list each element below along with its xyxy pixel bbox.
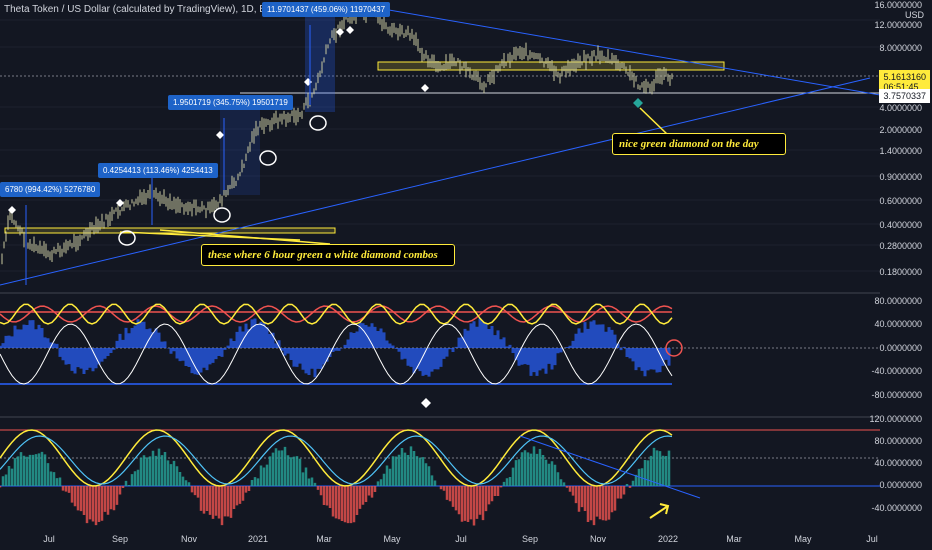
symbol-title: Theta Token / US Dollar (calculated by T… [4,4,304,15]
time-tick: Nov [589,534,607,544]
time-tick: Jul [455,534,467,544]
measure-bubble-2[interactable]: 1.9501719 (345.75%) 19501719 [168,95,293,110]
time-tick: Sep [521,534,539,544]
price-axis[interactable]: USD 16.0000000 12.0000000 8.0000000 4.00… [869,0,932,530]
osc1-tick: 80.0000000 [874,296,922,306]
white-diamond-icon [421,398,431,408]
hand-drawn-circle [309,115,327,131]
time-axis[interactable]: Jul Sep Nov 2021 Mar May Jul Sep Nov 202… [0,530,932,550]
oscillator-pane-2[interactable] [0,418,932,530]
oscillator-pane-1[interactable] [0,294,932,416]
time-tick: Nov [180,534,198,544]
osc2-tick: -40.0000000 [871,503,922,513]
price-tick: 4.0000000 [879,103,922,113]
price-tick: 16.0000000 [874,0,922,10]
white-diamond-icon [8,206,16,214]
annotation-arrow [639,107,669,136]
trendline-resistance [359,4,881,96]
time-tick: Sep [111,534,129,544]
time-tick: 2022 [657,534,679,544]
price-tick: 0.6000000 [879,196,922,206]
osc2-tick: 120.0000000 [869,414,922,424]
price-tick: 0.4000000 [879,220,922,230]
oscillator-2-svg[interactable] [0,418,932,530]
osc2-tick: 0.0000000 [879,480,922,490]
time-tick: Mar [726,534,742,544]
oscillator-red-line [0,305,673,323]
osc1-tick: -40.0000000 [871,366,922,376]
hand-drawn-circle [213,207,231,223]
time-tick: Mar [316,534,332,544]
osc1-tick: 0.0000000 [879,343,922,353]
momentum-histogram-positive [1,446,671,486]
annotation-arrow [649,503,670,519]
currency-label: USD [904,10,924,20]
white-diamond-icon [336,28,344,36]
price-tick: 8.0000000 [879,43,922,53]
current-price: 5.1613160 [883,72,926,82]
time-tick: Jul [43,534,55,544]
chart-root[interactable]: Theta Token / US Dollar (calculated by T… [0,0,932,550]
price-pane[interactable]: Theta Token / US Dollar (calculated by T… [0,0,932,292]
price-tick: 0.2800000 [879,241,922,251]
osc2-tick: 40.0000000 [874,458,922,468]
momentum-histogram-negative [0,486,632,526]
oscillator-1-svg[interactable] [0,294,932,416]
note-green-diamond[interactable]: nice green diamond on the day [612,133,786,155]
osc1-tick: -80.0000000 [871,390,922,400]
white-diamond-icon [346,26,354,34]
support-price-tag: 3.7570337 [879,89,930,103]
price-tick: 2.0000000 [879,125,922,135]
white-diamond-icon [421,84,429,92]
price-tick: 0.9000000 [879,172,922,182]
price-tick: 1.4000000 [879,146,922,156]
time-tick: 2021 [247,534,269,544]
time-tick: May [383,534,401,544]
time-tick: Jul [866,534,878,544]
oscillator-yellow-line [0,303,673,325]
hand-drawn-circle [259,150,277,166]
measure-shade [220,105,260,195]
osc1-tick: 40.0000000 [874,319,922,329]
osc2-tick: 80.0000000 [874,436,922,446]
price-tick: 0.1800000 [879,267,922,277]
time-tick: May [794,534,812,544]
signal-blue-line [0,435,673,485]
measure-bubble-1[interactable]: 11.9701437 (459.06%) 11970437 [262,2,391,17]
price-chart-svg[interactable] [0,0,932,292]
measure-bubble-4[interactable]: 6780 (994.42%) 5276780 [0,182,101,197]
price-tick: 12.0000000 [874,20,922,30]
note-diamond-combos[interactable]: these where 6 hour green a white diamond… [201,244,455,266]
measure-bubble-3[interactable]: 0.4254413 (113.46%) 4254413 [98,163,218,178]
